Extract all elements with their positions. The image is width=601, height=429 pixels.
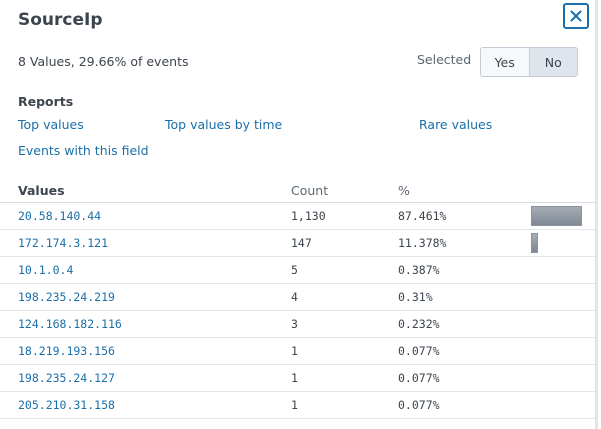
panel-edge (595, 0, 598, 429)
reports-heading: Reports (18, 94, 74, 109)
panel-title: SourceIp (18, 10, 103, 30)
bar-cell (531, 391, 598, 419)
bar-cell (531, 310, 598, 338)
table-row: 205.210.31.158 1 0.077% (0, 391, 598, 419)
count-cell: 1 (291, 337, 398, 365)
percent-cell: 0.077% (398, 337, 531, 365)
bar-cell (531, 229, 598, 257)
bar-column-header (531, 178, 598, 203)
close-button[interactable] (563, 3, 589, 29)
value-link[interactable]: 10.1.0.4 (0, 256, 291, 284)
bar-cell (531, 283, 598, 311)
values-column-header: Values (0, 178, 291, 203)
percent-cell: 0.077% (398, 364, 531, 392)
table-row: 198.235.24.127 1 0.077% (0, 364, 598, 392)
top-values-by-time-link[interactable]: Top values by time (165, 117, 282, 132)
table-row: 172.174.3.121 147 11.378% (0, 229, 598, 257)
percent-cell: 0.387% (398, 256, 531, 284)
table-row: 198.235.24.219 4 0.31% (0, 283, 598, 311)
percent-cell: 87.461% (398, 202, 531, 230)
table-row: 20.58.140.44 1,130 87.461% (0, 202, 598, 230)
value-link[interactable]: 172.174.3.121 (0, 229, 291, 257)
percent-cell: 0.232% (398, 310, 531, 338)
table-row: 10.1.0.4 5 0.387% (0, 256, 598, 284)
bar-cell (531, 364, 598, 392)
count-cell: 5 (291, 256, 398, 284)
value-link[interactable]: 198.235.24.127 (0, 364, 291, 392)
values-table: Values Count % 20.58.140.44 1,130 87.461% 1… (0, 178, 598, 419)
value-link[interactable]: 198.235.24.219 (0, 283, 291, 311)
value-link[interactable]: 205.210.31.158 (0, 391, 291, 419)
rare-values-link[interactable]: Rare values (419, 117, 492, 132)
value-link[interactable]: 18.219.193.156 (0, 337, 291, 365)
bar-cell (531, 202, 598, 230)
table-row: 18.219.193.156 1 0.077% (0, 337, 598, 365)
count-cell: 1 (291, 391, 398, 419)
count-cell: 1 (291, 364, 398, 392)
selected-toggle: Yes No (480, 47, 578, 77)
percent-bar (531, 206, 582, 226)
field-summary-panel: SourceIp 8 Values, 29.66% of events Sele… (0, 0, 598, 429)
table-header-row: Values Count % (0, 178, 598, 203)
count-column-header: Count (291, 178, 398, 203)
percent-cell: 0.31% (398, 283, 531, 311)
bar-cell (531, 337, 598, 365)
count-cell: 3 (291, 310, 398, 338)
selected-yes-button[interactable]: Yes (481, 48, 530, 76)
percent-column-header: % (398, 178, 531, 203)
percent-cell: 11.378% (398, 229, 531, 257)
selected-no-button[interactable]: No (529, 48, 577, 76)
value-link[interactable]: 20.58.140.44 (0, 202, 291, 230)
close-icon (570, 10, 582, 22)
count-cell: 1,130 (291, 202, 398, 230)
count-cell: 147 (291, 229, 398, 257)
selected-label: Selected (417, 52, 472, 67)
bar-cell (531, 256, 598, 284)
count-cell: 4 (291, 283, 398, 311)
percent-cell: 0.077% (398, 391, 531, 419)
values-summary: 8 Values, 29.66% of events (18, 54, 189, 69)
value-link[interactable]: 124.168.182.116 (0, 310, 291, 338)
top-values-link[interactable]: Top values (18, 117, 84, 132)
percent-bar (531, 233, 538, 253)
events-with-field-link[interactable]: Events with this field (18, 143, 149, 158)
table-row: 124.168.182.116 3 0.232% (0, 310, 598, 338)
